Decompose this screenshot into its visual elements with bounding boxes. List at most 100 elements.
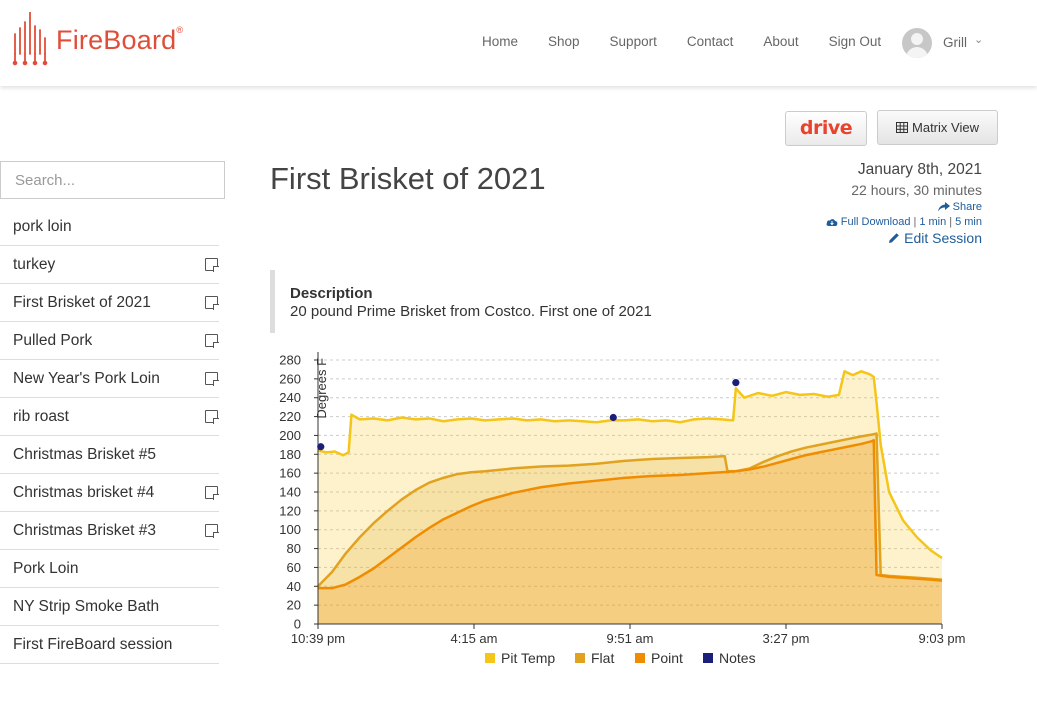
sidebar-item-label: pork loin [13, 218, 72, 235]
y-tick-label: 260 [279, 371, 301, 386]
edit-session-label: Edit Session [904, 230, 982, 246]
y-tick-label: 20 [287, 598, 301, 613]
sidebar-session-item[interactable]: Christmas Brisket #5 [0, 436, 219, 474]
sidebar-session-item[interactable]: turkey [0, 246, 219, 284]
nav-contact[interactable]: Contact [687, 34, 734, 49]
nav-about[interactable]: About [763, 34, 798, 49]
sidebar-session-item[interactable]: Christmas brisket #4 [0, 474, 219, 512]
matrix-view-label: Matrix View [912, 120, 979, 135]
y-tick-label: 180 [279, 447, 301, 462]
sidebar-item-label: Christmas brisket #4 [13, 484, 155, 501]
y-tick-label: 280 [279, 353, 301, 368]
description-text: 20 pound Prime Brisket from Costco. Firs… [290, 303, 652, 320]
note-marker [317, 443, 325, 451]
description-panel: Description 20 pound Prime Brisket from … [270, 270, 982, 333]
logo-wordmark: FireBoard® [56, 24, 184, 55]
fireboard-logo[interactable]: FireBoard® [12, 12, 183, 68]
x-tick-label: 9:51 am [607, 631, 654, 646]
y-tick-label: 60 [287, 560, 301, 575]
note-icon [205, 296, 219, 310]
note-icon [205, 334, 219, 348]
chevron-down-icon[interactable]: ⌄ [974, 33, 983, 46]
sidebar-session-item[interactable]: rib roast [0, 398, 219, 436]
nav-sign-out[interactable]: Sign Out [829, 34, 882, 49]
y-tick-label: 40 [287, 579, 301, 594]
sidebar-item-label: New Year's Pork Loin [13, 370, 160, 387]
nav-support[interactable]: Support [610, 34, 657, 49]
legend-swatch [485, 653, 495, 663]
x-tick-label: 3:27 pm [763, 631, 810, 646]
temperature-chart[interactable]: 0 20 40 60 80 100 120 140 160 180 200 220 240 260 280 1… [270, 345, 970, 675]
sidebar-session-item[interactable]: New Year's Pork Loin [0, 360, 219, 398]
user-avatar[interactable] [902, 28, 932, 58]
x-tick-label: 9:03 pm [919, 631, 966, 646]
sidebar-session-item[interactable]: Pulled Pork [0, 322, 219, 360]
share-label: Share [952, 201, 982, 213]
session-duration: 22 hours, 30 minutes [851, 182, 982, 198]
legend-label: Notes [719, 650, 756, 666]
download-1min-link[interactable]: 1 min [919, 216, 946, 228]
search-input[interactable] [0, 161, 225, 199]
sidebar-item-label: rib roast [13, 408, 69, 425]
note-icon [205, 486, 219, 500]
note-icon [205, 258, 219, 272]
session-list: pork loin turkey First Brisket of 2021 Pull… [0, 208, 219, 664]
sidebar-item-label: turkey [13, 256, 56, 273]
legend-label: Pit Temp [501, 650, 555, 666]
share-link[interactable]: Share [826, 201, 982, 213]
note-icon [205, 410, 219, 424]
sidebar-item-label: Pork Loin [13, 560, 79, 577]
session-date: January 8th, 2021 [857, 161, 982, 178]
legend-label: Point [651, 650, 683, 666]
note-icon [205, 372, 219, 386]
sidebar-item-label: NY Strip Smoke Bath [13, 598, 160, 615]
sidebar-session-item[interactable]: Pork Loin [0, 550, 219, 588]
note-marker [609, 413, 617, 422]
nav-home[interactable]: Home [482, 34, 518, 49]
y-tick-label: 140 [279, 485, 301, 500]
link-separator: | [913, 216, 917, 228]
sidebar-item-label: Christmas Brisket #5 [13, 446, 156, 463]
sidebar-item-label: Pulled Pork [13, 332, 93, 349]
sidebar-session-item[interactable]: Christmas Brisket #3 [0, 512, 219, 550]
y-tick-label: 160 [279, 466, 301, 481]
note-icon [205, 524, 219, 538]
y-tick-label: 220 [279, 409, 301, 424]
y-tick-label: 240 [279, 390, 301, 405]
y-tick-label: 100 [279, 522, 301, 537]
top-header: FireBoard® Home Shop Support Contact Abo… [0, 0, 1037, 86]
sidebar-session-item[interactable]: First Brisket of 2021 [0, 284, 219, 322]
y-tick-label: 0 [294, 617, 301, 632]
sidebar-session-item[interactable]: pork loin [0, 208, 219, 246]
table-icon [896, 122, 909, 133]
x-tick-label: 4:15 am [451, 631, 498, 646]
legend-swatch [575, 653, 585, 663]
y-axis-title: Degrees F [314, 358, 329, 419]
main-nav: Home Shop Support Contact About Sign Out [482, 34, 911, 49]
edit-session-link[interactable]: Edit Session [826, 230, 982, 246]
pencil-icon [889, 233, 899, 243]
session-meta: January 8th, 2021 22 hours, 30 minutes S… [826, 161, 982, 246]
nav-shop[interactable]: Shop [548, 34, 580, 49]
sidebar-item-label: First Brisket of 2021 [13, 294, 151, 311]
x-tick-label: 10:39 pm [291, 631, 345, 646]
session-sidebar: pork loin turkey First Brisket of 2021 Pull… [0, 161, 225, 664]
note-marker [732, 379, 740, 387]
y-tick-label: 120 [279, 503, 301, 518]
share-icon [937, 202, 950, 212]
y-tick-label: 200 [279, 428, 301, 443]
sidebar-session-item[interactable]: First FireBoard session [0, 626, 219, 664]
fireboard-logo-icon [12, 12, 48, 66]
full-download-link[interactable]: Full Download [841, 216, 911, 228]
sidebar-item-label: Christmas Brisket #3 [13, 522, 156, 539]
drive-button[interactable]: drive [785, 111, 867, 146]
download-5min-link[interactable]: 5 min [955, 216, 982, 228]
page-title: First Brisket of 2021 [270, 161, 546, 196]
legend-swatch [703, 653, 713, 663]
description-title: Description [290, 285, 373, 302]
sidebar-session-item[interactable]: NY Strip Smoke Bath [0, 588, 219, 626]
matrix-view-button[interactable]: Matrix View [877, 110, 998, 145]
cloud-download-icon [826, 219, 838, 226]
y-tick-label: 80 [287, 541, 301, 556]
user-menu-name[interactable]: Grill [943, 35, 967, 50]
